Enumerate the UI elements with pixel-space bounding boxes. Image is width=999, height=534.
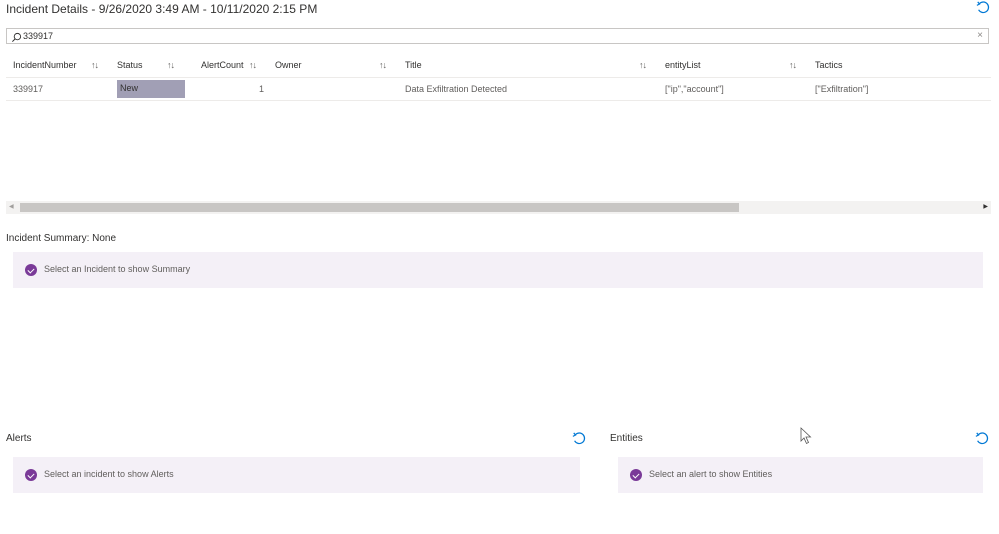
alerts-info-bar: Select an incident to show Alerts bbox=[13, 457, 580, 493]
refresh-icon[interactable] bbox=[572, 432, 586, 446]
sort-icon[interactable]: ↑↓ bbox=[639, 59, 647, 71]
sort-icon[interactable]: ↑↓ bbox=[379, 59, 387, 71]
alerts-title: Alerts bbox=[6, 433, 32, 444]
column-header-owner[interactable]: Owner bbox=[275, 59, 302, 71]
cell-tactics[interactable]: ["Exfiltration"] bbox=[815, 83, 868, 95]
cell-entitylist[interactable]: ["ip","account"] bbox=[665, 83, 724, 95]
column-header-title[interactable]: Title bbox=[405, 59, 422, 71]
refresh-icon[interactable] bbox=[976, 1, 990, 15]
sort-icon[interactable]: ↑↓ bbox=[91, 59, 99, 71]
scrollbar-thumb[interactable] bbox=[20, 203, 739, 212]
summary-info-bar: Select an Incident to show Summary bbox=[13, 252, 983, 288]
sort-icon[interactable]: ↑↓ bbox=[249, 59, 257, 71]
info-check-icon bbox=[630, 469, 642, 481]
status-label: New bbox=[120, 83, 139, 93]
clear-search-button[interactable]: × bbox=[977, 29, 983, 43]
info-check-icon bbox=[25, 264, 37, 276]
mouse-cursor-icon bbox=[800, 427, 812, 445]
horizontal-scrollbar[interactable]: ◀ ▶ bbox=[6, 201, 991, 214]
scroll-left-icon[interactable]: ◀ bbox=[9, 203, 14, 210]
entities-info-bar: Select an alert to show Entities bbox=[618, 457, 983, 493]
status-badge[interactable]: New bbox=[117, 80, 185, 98]
column-header-status[interactable]: Status bbox=[117, 59, 143, 71]
column-header-incidentnumber[interactable]: IncidentNumber bbox=[13, 59, 77, 71]
entities-message: Select an alert to show Entities bbox=[649, 469, 773, 479]
column-header-tactics[interactable]: Tactics bbox=[815, 59, 843, 71]
refresh-icon[interactable] bbox=[975, 432, 989, 446]
cell-alertcount[interactable]: 1 bbox=[259, 83, 264, 95]
column-header-entitylist[interactable]: entityList bbox=[665, 59, 701, 71]
search-icon bbox=[11, 30, 22, 42]
page-title: Incident Details - 9/26/2020 3:49 AM - 1… bbox=[6, 2, 318, 16]
sort-icon[interactable]: ↑↓ bbox=[167, 59, 175, 71]
header-divider bbox=[6, 77, 991, 78]
column-header-alertcount[interactable]: AlertCount bbox=[201, 59, 244, 71]
cell-title[interactable]: Data Exfiltration Detected bbox=[405, 83, 507, 95]
cell-incidentnumber[interactable]: 339917 bbox=[13, 83, 43, 95]
entities-title: Entities bbox=[610, 433, 643, 444]
info-check-icon bbox=[25, 469, 37, 481]
search-box[interactable]: × bbox=[6, 28, 989, 44]
scroll-right-icon[interactable]: ▶ bbox=[983, 203, 988, 210]
summary-message: Select an Incident to show Summary bbox=[44, 264, 191, 274]
search-input[interactable] bbox=[23, 29, 963, 43]
row-divider bbox=[6, 100, 991, 101]
sort-icon[interactable]: ↑↓ bbox=[789, 59, 797, 71]
summary-title: Incident Summary: None bbox=[6, 233, 117, 244]
alerts-message: Select an incident to show Alerts bbox=[44, 469, 174, 479]
